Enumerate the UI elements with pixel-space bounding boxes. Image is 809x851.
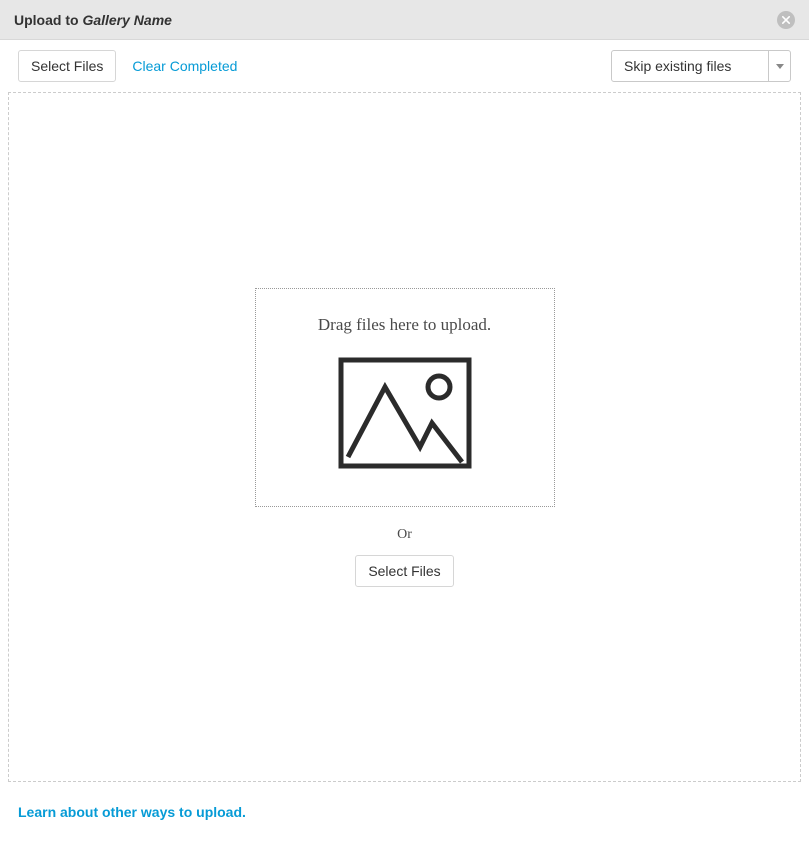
toolbar: Select Files Clear Completed Skip existi… xyxy=(0,40,809,92)
dropzone-wrapper: Drag files here to upload. Or Select Fil… xyxy=(0,92,809,790)
learn-more-link[interactable]: Learn about other ways to upload. xyxy=(18,804,246,820)
clear-completed-link[interactable]: Clear Completed xyxy=(132,58,237,74)
title-prefix: Upload to xyxy=(14,12,82,28)
footer: Learn about other ways to upload. xyxy=(0,790,809,836)
select-files-button[interactable]: Select Files xyxy=(18,50,116,82)
gallery-name: Gallery Name xyxy=(82,12,172,28)
close-icon xyxy=(782,12,790,27)
dialog-header: Upload to Gallery Name xyxy=(0,0,809,40)
chevron-down-icon xyxy=(768,51,790,81)
dropzone[interactable]: Drag files here to upload. Or Select Fil… xyxy=(8,92,801,782)
drop-target[interactable]: Drag files here to upload. xyxy=(255,288,555,507)
toolbar-left: Select Files Clear Completed xyxy=(18,50,237,82)
dialog-title: Upload to Gallery Name xyxy=(14,12,172,28)
existing-files-dropdown[interactable]: Skip existing files xyxy=(611,50,791,82)
dropdown-selected-label: Skip existing files xyxy=(624,58,731,74)
image-icon xyxy=(338,357,472,474)
dropdown-button[interactable]: Skip existing files xyxy=(611,50,791,82)
close-button[interactable] xyxy=(777,11,795,29)
drop-target-label: Drag files here to upload. xyxy=(276,315,534,335)
or-label: Or xyxy=(397,527,412,543)
select-files-button-center[interactable]: Select Files xyxy=(355,555,453,587)
